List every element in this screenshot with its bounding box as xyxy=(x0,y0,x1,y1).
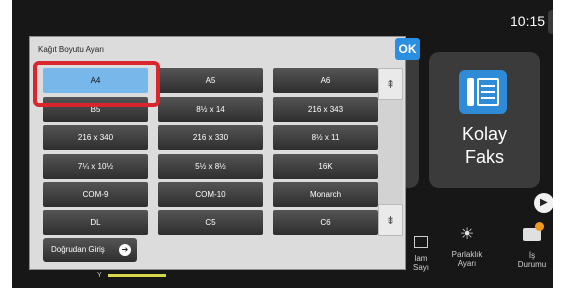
counter-icon xyxy=(414,236,428,248)
direct-entry-label: Doğrudan Giriş xyxy=(51,245,105,254)
direct-entry-button[interactable]: Doğrudan Giriş ➔ xyxy=(43,238,137,262)
paper-size-button[interactable]: 7¼ x 10½ xyxy=(43,154,148,179)
paper-size-button[interactable]: 8½ x 14 xyxy=(158,97,263,122)
fax-document-icon xyxy=(459,70,507,114)
paper-size-button[interactable]: 5½ x 8½ xyxy=(158,154,263,179)
paper-size-button[interactable]: 16K xyxy=(273,154,378,179)
scrollbar[interactable]: ⇞ ⇟ xyxy=(378,68,403,236)
paper-size-button[interactable]: A6 xyxy=(273,68,378,93)
paper-size-button[interactable]: 216 x 343 xyxy=(273,97,378,122)
clock: 10:15 xyxy=(510,13,546,29)
selection-highlight xyxy=(33,61,160,107)
paper-size-button[interactable]: Monarch xyxy=(273,182,378,207)
paper-size-button[interactable]: C5 xyxy=(158,210,263,235)
next-page-button[interactable]: ▶ xyxy=(534,193,553,213)
toner-level-bar xyxy=(108,274,166,277)
paper-size-button[interactable]: 216 x 340 xyxy=(43,125,148,150)
easy-fax-tile[interactable]: Kolay Faks xyxy=(429,52,540,188)
play-arrow-icon: ▶ xyxy=(540,197,548,208)
paper-size-button[interactable]: A5 xyxy=(158,68,263,93)
easy-fax-label: Kolay Faks xyxy=(461,124,508,167)
alert-badge xyxy=(535,222,544,231)
ok-button[interactable]: OK xyxy=(395,38,420,60)
job-status-button[interactable]: İş Durumu xyxy=(512,222,552,269)
scroll-track[interactable] xyxy=(378,100,403,204)
paper-size-button[interactable]: 216 x 330 xyxy=(158,125,263,150)
brightness-icon: ☀ xyxy=(459,226,475,243)
side-panel-handle[interactable]: ◀ xyxy=(548,10,553,34)
paper-size-button[interactable]: COM-9 xyxy=(43,182,148,207)
counter-button[interactable]: lam Sayı xyxy=(408,236,434,272)
paper-size-button[interactable]: COM-10 xyxy=(158,182,263,207)
touch-screen: 10:15 ◀ Kolay Faks ▶ lam Sayı ☀ Parlaklı… xyxy=(12,0,553,288)
dialog-title: Kağıt Boyutu Ayarı xyxy=(38,45,105,54)
paper-size-button[interactable]: DL xyxy=(43,210,148,235)
paper-size-button[interactable]: C6 xyxy=(273,210,378,235)
arrow-right-icon: ➔ xyxy=(119,244,131,256)
brightness-button[interactable]: ☀ Parlaklık Ayarı xyxy=(445,226,489,268)
paper-size-button[interactable]: 8½ x 11 xyxy=(273,125,378,150)
job-status-icon xyxy=(523,222,544,241)
double-chevron-up-icon[interactable]: ⇞ xyxy=(378,68,403,100)
double-chevron-down-icon[interactable]: ⇟ xyxy=(378,204,403,236)
toner-label: Y xyxy=(97,272,102,279)
